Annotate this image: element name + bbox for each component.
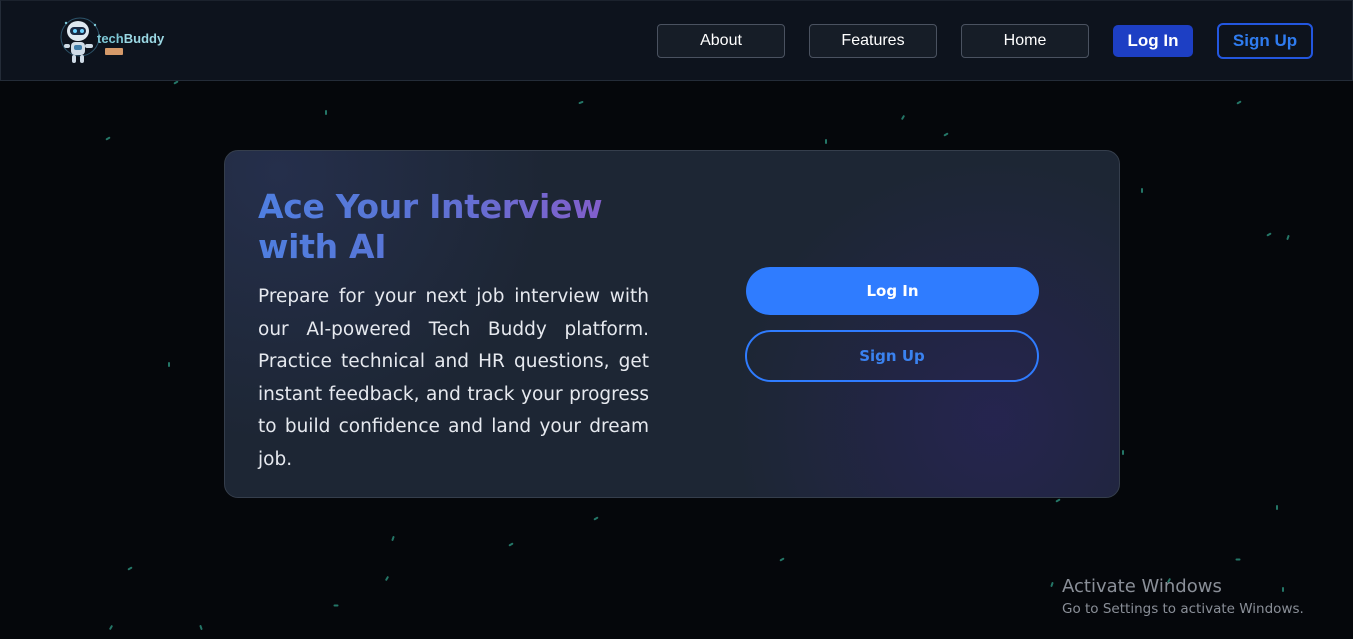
star: [108, 624, 114, 631]
star: [578, 100, 584, 105]
activate-windows-title: Activate Windows: [1062, 576, 1222, 597]
star: [325, 110, 327, 115]
star: [1266, 232, 1272, 237]
navbar: techBuddy About Features Home Log In Sig…: [0, 0, 1353, 81]
nav-about-button[interactable]: About: [657, 24, 785, 58]
hero-signup-button[interactable]: Sign Up: [745, 330, 1039, 382]
hero-title-line1: Ace Your Interview: [258, 187, 603, 226]
star: [1286, 234, 1290, 241]
star: [1055, 498, 1061, 503]
hero-description: Prepare for your next job interview with…: [258, 286, 649, 470]
star: [384, 575, 390, 582]
hero-card: Ace Your Interview with AI Prepare for y…: [224, 150, 1120, 498]
star: [900, 114, 906, 121]
logo-text: techBuddy: [97, 31, 164, 46]
star: [1122, 450, 1124, 455]
star: [333, 604, 339, 607]
star: [779, 557, 785, 562]
star: [593, 516, 599, 521]
star: [391, 535, 395, 542]
star: [1236, 100, 1242, 105]
star: [105, 136, 111, 141]
nav-features-button[interactable]: Features: [809, 24, 937, 58]
logo-text-suffix: Buddy: [123, 31, 165, 46]
star: [1282, 587, 1284, 592]
star: [1141, 188, 1143, 193]
nav-signup-button[interactable]: Sign Up: [1217, 23, 1313, 59]
star: [1050, 581, 1054, 588]
star: [825, 139, 827, 144]
star: [1276, 505, 1278, 510]
hero-title: Ace Your Interview with AI: [258, 187, 638, 267]
star: [127, 566, 133, 571]
star: [168, 362, 170, 367]
nav-login-button[interactable]: Log In: [1113, 25, 1193, 57]
hero-login-button[interactable]: Log In: [746, 267, 1039, 315]
star: [1235, 558, 1241, 561]
star: [508, 542, 514, 547]
star: [943, 132, 949, 137]
activate-windows-subtitle: Go to Settings to activate Windows.: [1062, 601, 1304, 617]
star: [199, 624, 203, 631]
logo-badge: [105, 48, 123, 55]
page: techBuddy About Features Home Log In Sig…: [0, 0, 1353, 639]
hero-title-line2: with AI: [258, 227, 387, 266]
logo[interactable]: techBuddy: [57, 15, 171, 67]
nav-home-button[interactable]: Home: [961, 24, 1089, 58]
star: [173, 80, 179, 85]
logo-text-prefix: tech: [97, 31, 124, 46]
